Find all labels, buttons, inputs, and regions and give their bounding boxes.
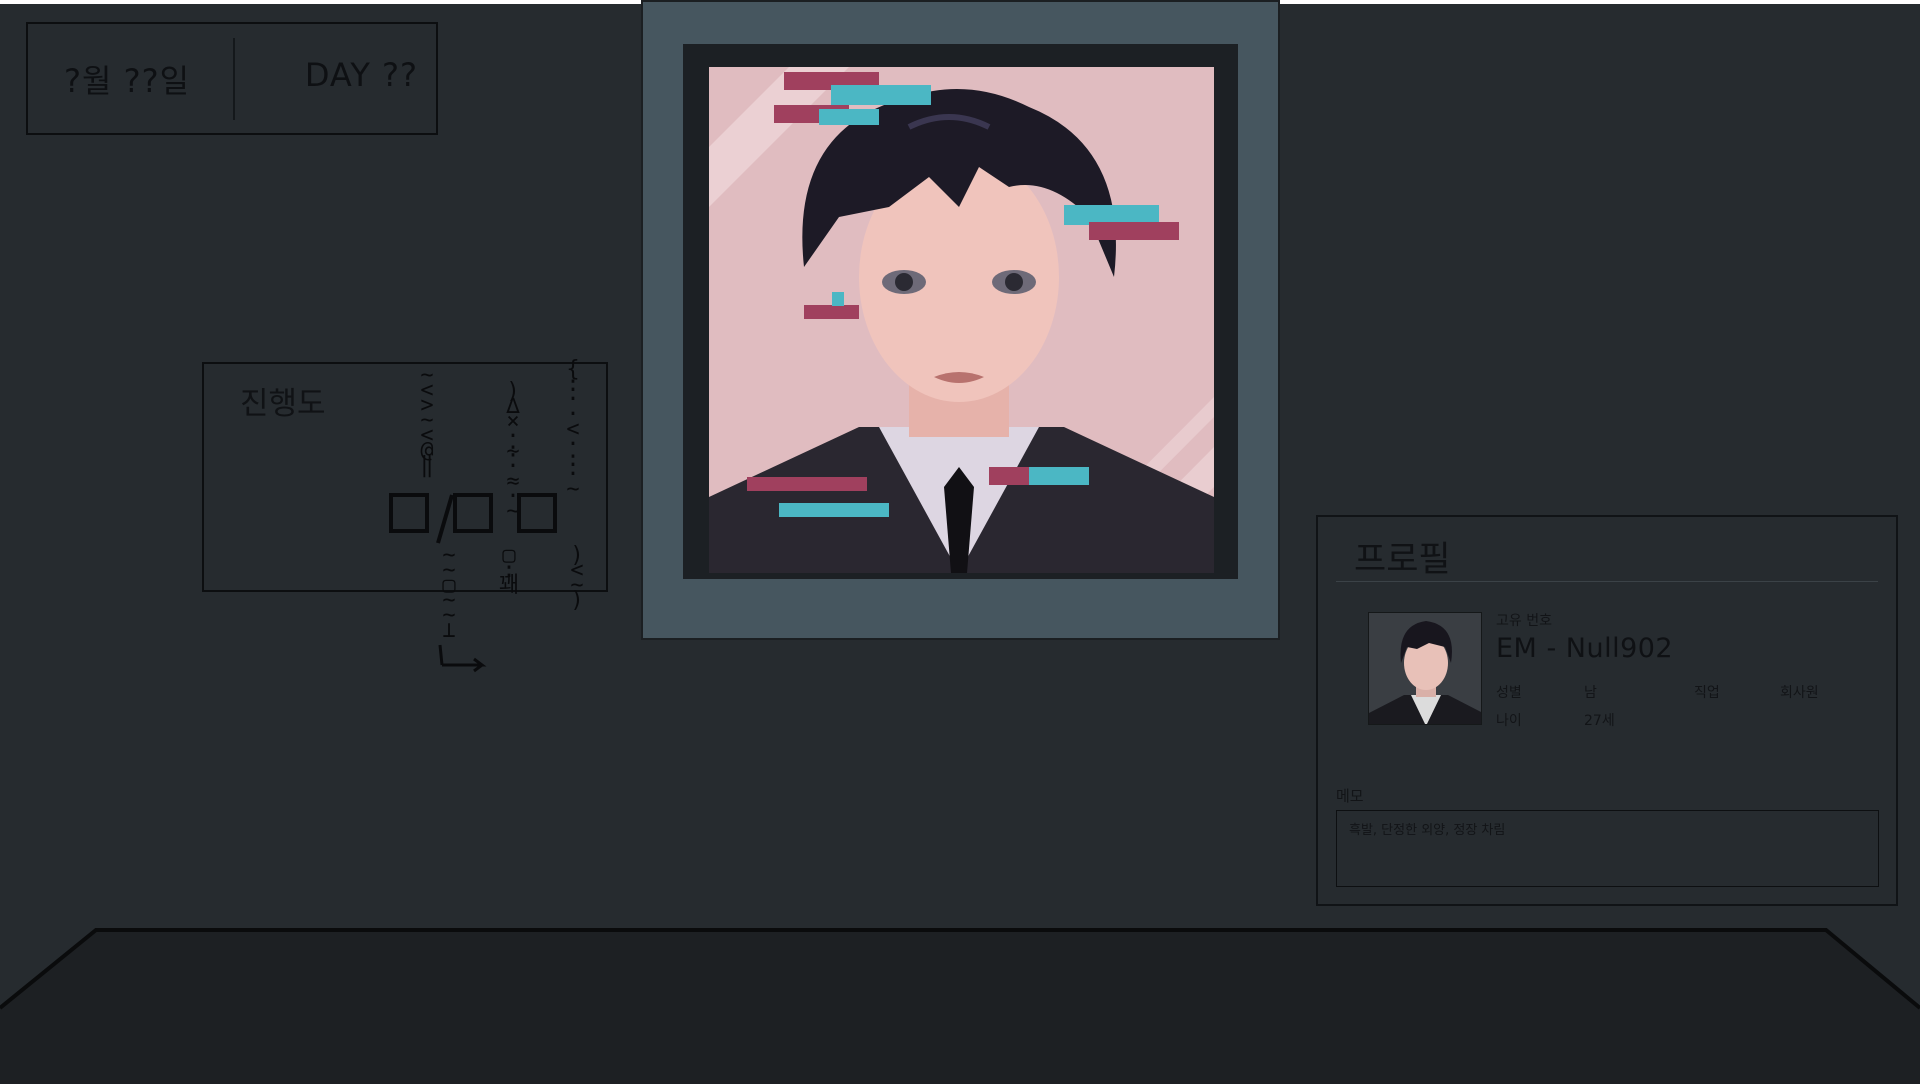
progress-box-1 xyxy=(389,493,429,533)
profile-title: 프로필 xyxy=(1354,540,1451,580)
glitch-column-5: ) < ~) xyxy=(570,543,584,613)
memo-text: 흑발, 단정한 외양, 정장 차림 xyxy=(1349,823,1506,838)
age-value: 27세 xyxy=(1584,713,1615,729)
profile-avatar xyxy=(1368,612,1482,725)
age-label: 나이 xyxy=(1496,713,1522,729)
job-label: 직업 xyxy=(1694,685,1720,701)
memo-label: 메모 xyxy=(1336,787,1364,805)
glitch-column-3: {: · · < ·: · ~ xyxy=(566,357,580,502)
progress-panel: 진행도 xyxy=(202,362,608,592)
progress-arrow-glyph xyxy=(436,494,487,673)
profile-panel: 프로필 고유 번호 EM - Null902 성별 남 직업 회사원 나이 27… xyxy=(1316,515,1898,906)
character-portrait[interactable] xyxy=(709,67,1214,573)
profile-divider xyxy=(1336,581,1878,582)
gender-value: 남 xyxy=(1584,685,1597,701)
portrait-illustration xyxy=(709,67,1214,573)
memo-box: 흑발, 단정한 외양, 정장 차림 xyxy=(1336,810,1879,887)
day-counter: DAY ?? xyxy=(304,56,418,94)
job-value: 회사원 xyxy=(1780,685,1819,701)
date-text: ?월 ??일 xyxy=(64,62,191,100)
glitch-column-1: ~ < > ~ < @ ‖ xyxy=(420,363,434,478)
date-separator xyxy=(233,38,235,120)
desk-surface xyxy=(0,928,1920,1084)
progress-box-3 xyxy=(517,493,557,533)
gender-label: 성별 xyxy=(1496,685,1522,701)
progress-title: 진행도 xyxy=(240,386,326,422)
id-label: 고유 번호 xyxy=(1496,613,1552,629)
glitch-column-4: ▢: 꽤 xyxy=(498,543,520,598)
id-value: EM - Null902 xyxy=(1496,633,1674,664)
date-hud: ?월 ??일 DAY ?? xyxy=(26,22,438,135)
